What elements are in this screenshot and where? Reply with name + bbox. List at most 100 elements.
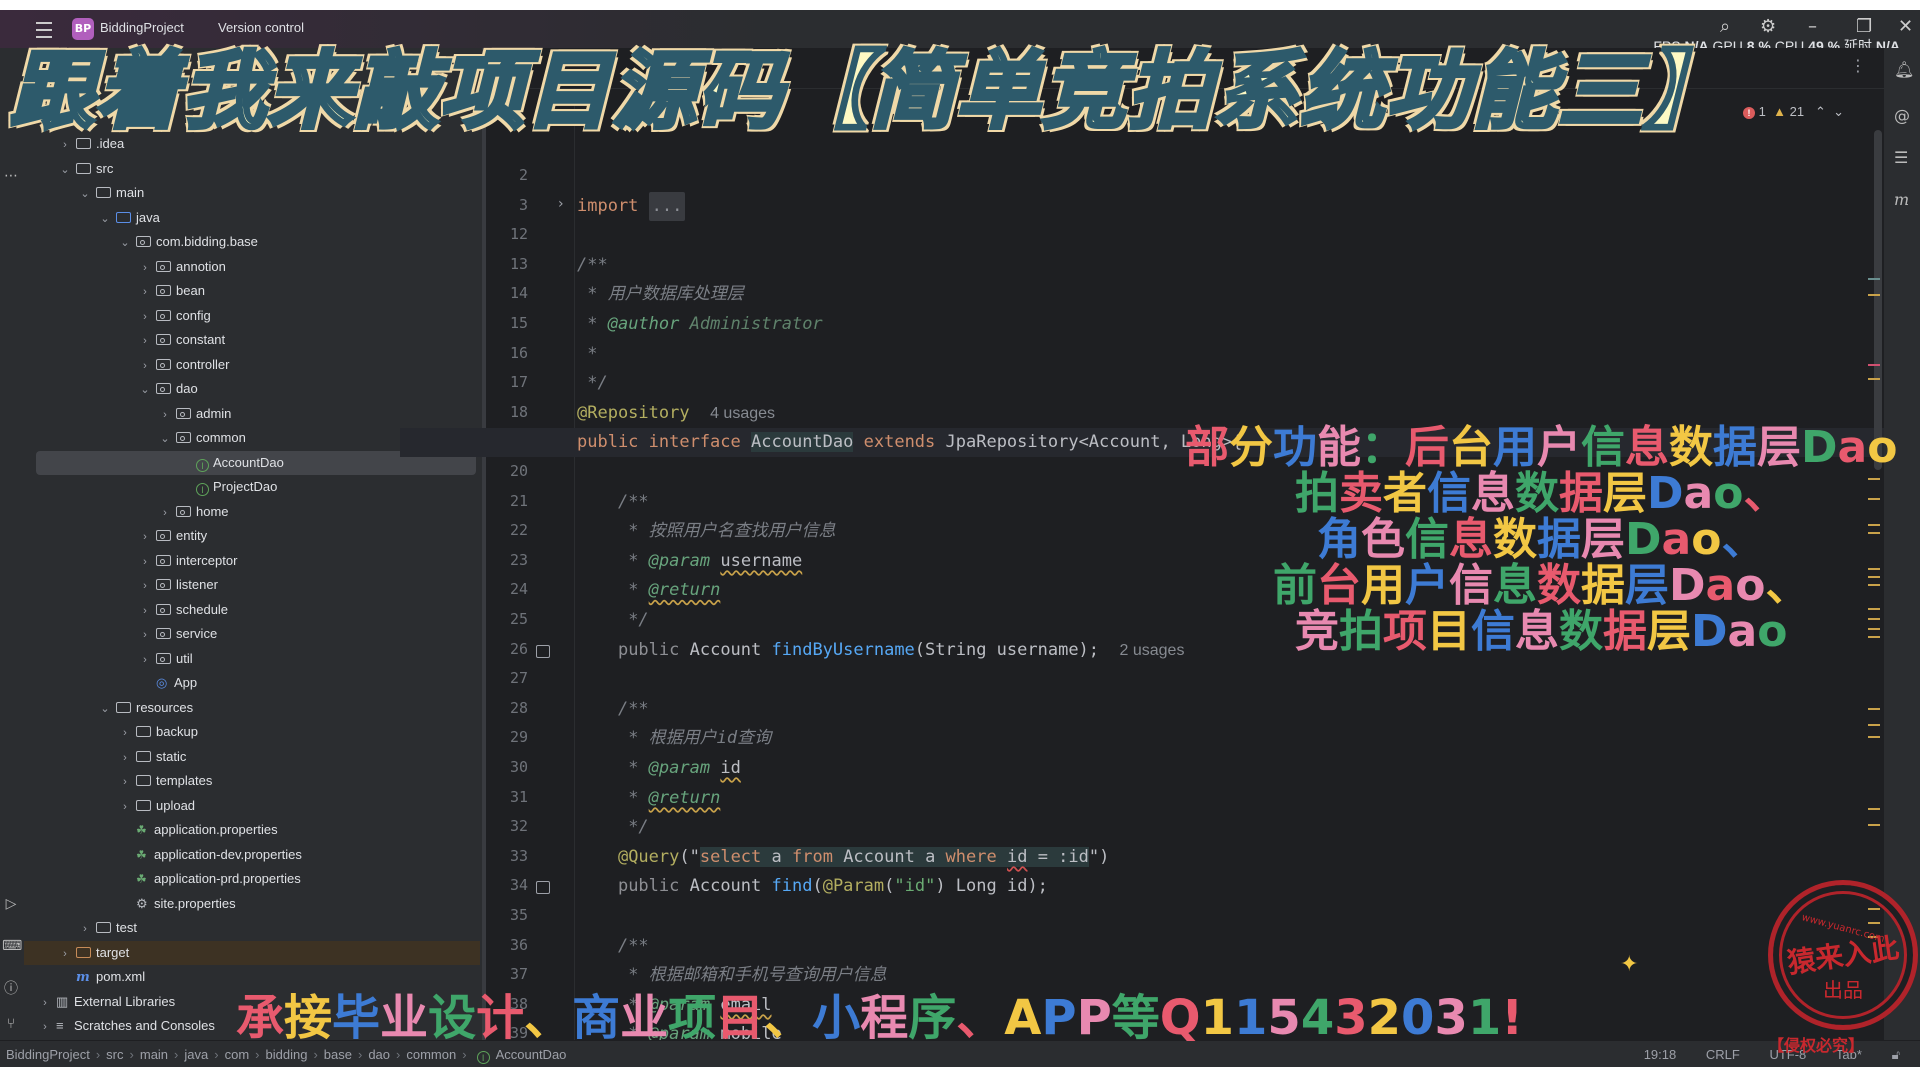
breadcrumb-item[interactable]: com [225,1047,250,1062]
tree-item[interactable]: › target [24,940,480,966]
code-line[interactable]: * @author Administrator [577,310,822,339]
chevron-down-icon[interactable]: ⌄ [58,158,72,182]
settings-gear-icon[interactable]: ⚙ [1760,16,1776,37]
tree-item[interactable]: › templates [24,769,480,793]
chevron-down-icon[interactable]: ⌄ [78,182,92,206]
breadcrumb-item[interactable]: src [106,1047,123,1062]
implementation-gutter-icon[interactable] [536,881,550,895]
tree-item[interactable]: I ProjectDao [24,475,480,499]
error-stripe-mark[interactable] [1868,736,1880,738]
chevron-right-icon[interactable]: › [138,599,152,623]
chevron-right-icon[interactable]: › [138,329,152,353]
code-line[interactable]: * 用户数据库处理层 [577,280,743,309]
code-line[interactable]: /** [577,488,649,517]
chevron-down-icon[interactable]: ⌄ [138,378,152,402]
chevron-down-icon[interactable]: ⌄ [158,427,172,451]
chevron-right-icon[interactable]: › [138,354,152,378]
chevron-right-icon[interactable]: › [58,942,72,966]
tree-item[interactable]: › home [24,500,480,524]
caret-position[interactable]: 19:18 [1644,1047,1677,1062]
error-stripe-mark[interactable] [1868,364,1880,366]
tree-item[interactable]: › config [24,304,480,328]
error-stripe-mark[interactable] [1868,708,1880,710]
tree-item[interactable]: › admin [24,402,480,426]
breadcrumb-item[interactable]: AccountDao [496,1047,567,1062]
maven-icon[interactable]: m [1894,190,1909,209]
error-stripe-mark[interactable] [1868,808,1880,810]
code-line[interactable]: import ... [577,191,686,221]
more-tools-icon[interactable]: ⋯ [2,168,20,186]
code-line[interactable]: * 根据用户id查询 [577,724,771,753]
error-stripe-mark[interactable] [1868,724,1880,726]
tree-item[interactable]: › util [24,647,480,671]
chevron-right-icon[interactable]: › [138,550,152,574]
code-line[interactable]: */ [577,369,607,398]
chevron-right-icon[interactable]: › [118,721,132,745]
error-stripe-mark[interactable] [1868,378,1880,380]
chevron-right-icon[interactable]: › [138,280,152,304]
vertical-scrollbar[interactable] [1874,130,1882,470]
git-icon[interactable]: ⑂ [2,1016,20,1034]
tree-item[interactable]: ☘ application.properties [24,818,480,842]
tree-item[interactable]: › interceptor [24,549,480,573]
tree-item[interactable]: ⌄ main [24,181,480,205]
tree-item[interactable]: ⌄ java [24,206,480,230]
chevron-right-icon[interactable]: › [118,746,132,770]
code-line[interactable]: * 按照用户名查找用户信息 [577,517,835,546]
code-line[interactable]: /** [577,932,649,961]
terminal-icon[interactable]: ⌨ [2,938,22,956]
tree-item[interactable]: ⌄ resources [24,696,480,720]
close-button[interactable]: ✕ [1898,16,1913,37]
chevron-right-icon[interactable]: › [138,256,152,280]
error-stripe-mark[interactable] [1868,294,1880,296]
code-line[interactable]: /** [577,251,608,280]
tree-item[interactable]: › annotion [24,255,480,279]
tree-item[interactable]: › test [24,916,480,940]
run-icon[interactable]: ▷ [2,896,20,914]
chevron-right-icon[interactable]: › [138,574,152,598]
prev-highlight-icon[interactable]: ⌃ [1815,104,1826,119]
error-stripe-mark[interactable] [1868,278,1880,280]
lock-icon[interactable]: 🔓︎ [1892,1047,1900,1062]
code-line[interactable]: * [577,340,597,369]
code-line[interactable]: @Query("select a from Account a where id… [577,843,1109,872]
chevron-right-icon[interactable]: › [138,623,152,647]
breadcrumb-item[interactable]: bidding [266,1047,308,1062]
code-line[interactable]: * @return [577,784,720,813]
chevron-right-icon[interactable]: › [118,770,132,794]
code-line[interactable]: */ [577,813,648,842]
code-line[interactable]: * @return [577,576,720,605]
tree-item[interactable]: › static [24,745,480,769]
tree-item[interactable]: ⌄ dao [24,377,480,401]
notifications-bell-icon[interactable]: 🔔︎ [1894,60,1914,79]
chevron-right-icon[interactable]: › [38,1015,52,1039]
chevron-down-icon[interactable]: ⌄ [98,697,112,721]
chevron-right-icon[interactable]: › [118,795,132,819]
breadcrumb-item[interactable]: dao [368,1047,390,1062]
tree-item[interactable]: ◎ App [24,671,480,695]
implementation-gutter-icon[interactable] [536,644,550,658]
error-stripe-mark[interactable] [1868,824,1880,826]
tree-item[interactable]: ☘ application-prd.properties [24,867,480,891]
chevron-right-icon[interactable]: › [158,501,172,525]
code-line[interactable]: /** [577,695,649,724]
code-line[interactable]: public Account find(@Param("id") Long id… [577,872,1048,901]
breadcrumb-item[interactable]: BiddingProject [6,1047,90,1062]
code-line[interactable]: */ [577,606,648,635]
tree-item[interactable]: ⚙ site.properties [24,892,480,916]
tree-item[interactable]: ⌄ src [24,157,480,181]
tree-item[interactable]: ⌄ com.bidding.base [24,230,480,254]
tree-item[interactable]: › backup [24,720,480,744]
breadcrumb-item[interactable]: base [324,1047,352,1062]
code-line[interactable]: public Account findByUsername(String use… [577,636,1184,665]
chevron-right-icon[interactable]: › [78,917,92,941]
breadcrumb-item[interactable]: common [406,1047,456,1062]
tree-item[interactable]: › controller [24,353,480,377]
chevron-right-icon[interactable]: › [158,403,172,427]
chevron-down-icon[interactable]: ⌄ [98,207,112,231]
chevron-down-icon[interactable]: ⌄ [118,231,132,255]
next-highlight-icon[interactable]: ⌄ [1833,104,1844,119]
tree-item[interactable]: › service [24,622,480,646]
tree-item[interactable]: › listener [24,573,480,597]
code-line[interactable]: * @param id [577,754,741,783]
